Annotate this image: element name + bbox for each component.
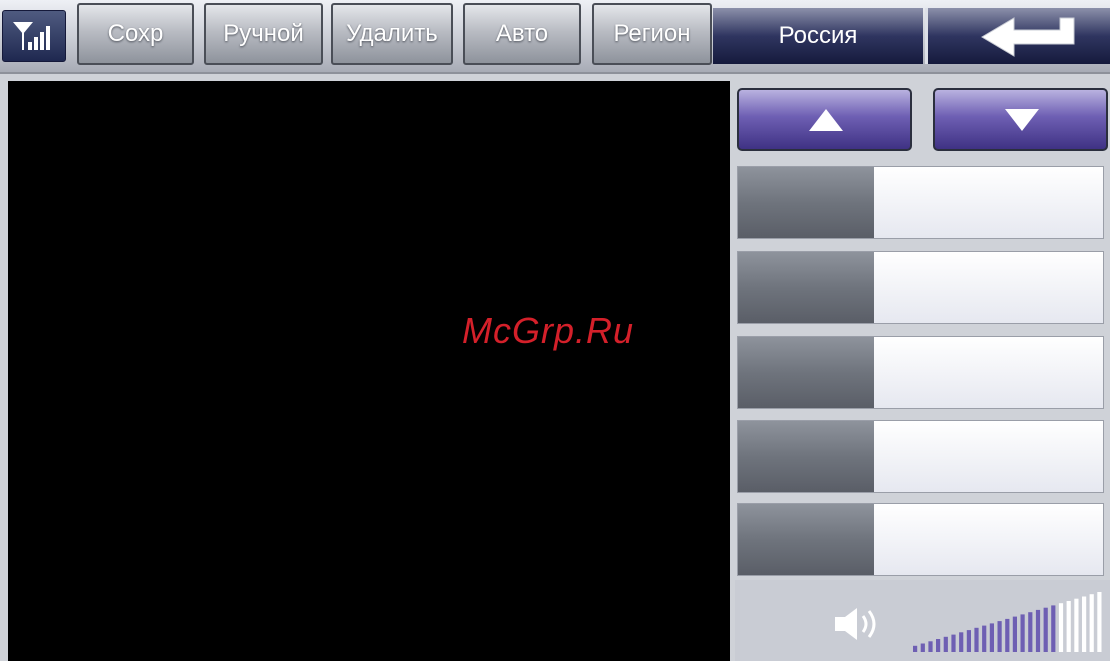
video-display	[8, 81, 730, 661]
volume-bar	[1074, 598, 1079, 652]
volume-bar	[1051, 605, 1056, 652]
volume-control[interactable]	[735, 580, 1110, 661]
volume-bar	[1012, 616, 1017, 652]
scroll-down-button[interactable]	[933, 88, 1108, 151]
back-button[interactable]	[925, 8, 1110, 64]
volume-bar	[1082, 596, 1087, 652]
preset-frequency	[874, 167, 1103, 238]
manual-button[interactable]: Ручной	[204, 3, 323, 65]
volume-bar	[1020, 614, 1025, 652]
auto-button[interactable]: Авто	[463, 3, 581, 65]
volume-bar	[966, 630, 971, 652]
preset-slot-2[interactable]	[737, 251, 1104, 324]
volume-bar	[982, 625, 987, 652]
region-button[interactable]: Регион	[592, 3, 712, 65]
back-arrow-icon	[981, 17, 1075, 57]
volume-bar	[951, 634, 956, 652]
preset-slot-4[interactable]	[737, 420, 1104, 493]
preset-number	[738, 421, 874, 492]
volume-bar	[936, 639, 941, 652]
volume-bar	[997, 621, 1002, 652]
preset-slot-5[interactable]	[737, 503, 1104, 576]
preset-number	[738, 337, 874, 408]
preset-number	[738, 252, 874, 323]
volume-bar	[959, 632, 964, 652]
preset-number	[738, 504, 874, 575]
preset-frequency	[874, 337, 1103, 408]
volume-bar	[1058, 603, 1064, 652]
volume-bar	[1066, 601, 1071, 652]
preset-frequency	[874, 252, 1103, 323]
volume-bar	[1035, 609, 1041, 652]
signal-strength-icon	[2, 10, 66, 62]
volume-level-bars[interactable]	[913, 592, 1105, 652]
volume-bar	[913, 645, 918, 652]
volume-bar	[1005, 618, 1010, 652]
preset-slot-3[interactable]	[737, 336, 1104, 409]
volume-bar	[928, 641, 933, 652]
delete-button[interactable]: Удалить	[331, 3, 453, 65]
volume-bar	[920, 643, 925, 652]
speaker-icon	[835, 608, 876, 640]
volume-bar	[1089, 594, 1094, 652]
top-toolbar: Сохр Ручной Удалить Авто Регион Россия	[0, 0, 1110, 74]
down-arrow-icon	[1005, 109, 1039, 131]
volume-bar	[989, 623, 994, 652]
preset-frequency	[874, 421, 1103, 492]
region-value: Россия	[713, 8, 923, 64]
up-arrow-icon	[809, 109, 843, 131]
preset-number	[738, 167, 874, 238]
save-button[interactable]: Сохр	[77, 3, 194, 65]
scroll-up-button[interactable]	[737, 88, 912, 151]
watermark-text: McGrp.Ru	[462, 310, 635, 351]
preset-slot-1[interactable]	[737, 166, 1104, 239]
volume-bar	[943, 636, 948, 652]
volume-bar	[1043, 607, 1048, 652]
volume-bar	[1097, 592, 1102, 652]
volume-bar	[974, 627, 979, 652]
volume-bar	[1028, 612, 1033, 652]
preset-frequency	[874, 504, 1103, 575]
